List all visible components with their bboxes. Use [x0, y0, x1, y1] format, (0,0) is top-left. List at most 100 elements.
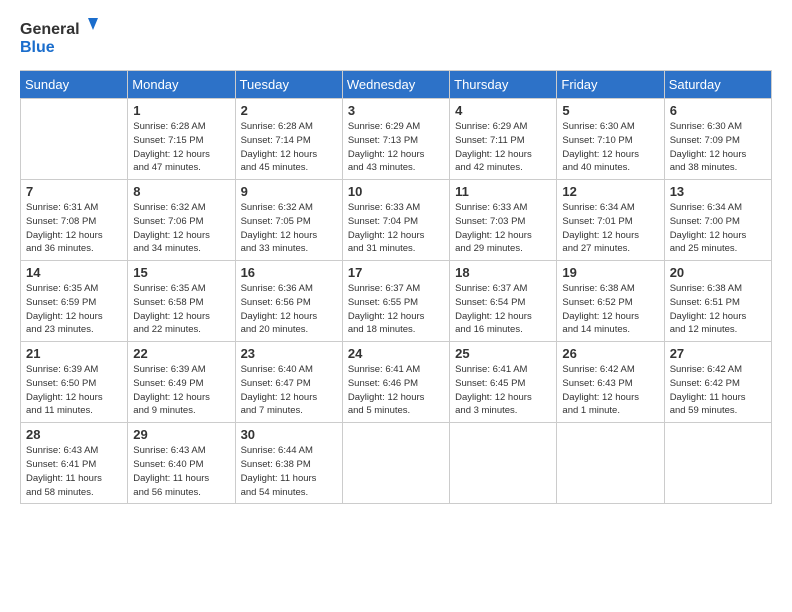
day-number: 25 — [455, 346, 551, 361]
calendar-cell: 15Sunrise: 6:35 AM Sunset: 6:58 PM Dayli… — [128, 261, 235, 342]
day-info: Sunrise: 6:36 AM Sunset: 6:56 PM Dayligh… — [241, 282, 337, 337]
calendar-cell: 19 Sunrise: 6:38 AM Sunset: 6:52 PM Dayli… — [557, 261, 664, 342]
day-header: Wednesday — [342, 71, 449, 99]
day-number: 21 — [26, 346, 122, 361]
day-number: 29 — [133, 427, 229, 442]
day-number: 19 — [562, 265, 658, 280]
calendar-week-row: 14 Sunrise: 6:35 AM Sunset: 6:59 PM Dayli… — [21, 261, 772, 342]
day-info: Sunrise: 6:31 AM Sunset: 7:08 PM Dayligh… — [26, 201, 122, 256]
day-info: Sunrise: 6:43 AM Sunset: 6:41 PM Dayligh… — [26, 444, 122, 499]
svg-text:General: General — [20, 21, 80, 38]
day-info: Sunrise: 6:29 AM Sunset: 7:13 PM Dayligh… — [348, 120, 444, 175]
calendar-cell: 1 Sunrise: 6:28 AM Sunset: 7:15 PM Daylig… — [128, 99, 235, 180]
calendar-cell: 3Sunrise: 6:29 AM Sunset: 7:13 PM Daylig… — [342, 99, 449, 180]
svg-text:Blue: Blue — [20, 39, 55, 56]
day-info: Sunrise: 6:38 AM Sunset: 6:52 PM Dayligh… — [562, 282, 658, 337]
calendar-table: SundayMondayTuesdayWednesdayThursdayFrid… — [20, 70, 772, 504]
day-number: 23 — [241, 346, 337, 361]
calendar-week-row: 21 Sunrise: 6:39 AM Sunset: 6:50 PM Dayli… — [21, 342, 772, 423]
calendar-cell: 11Sunrise: 6:33 AM Sunset: 7:03 PM Dayli… — [450, 180, 557, 261]
day-info: Sunrise: 6:37 AM Sunset: 6:54 PM Dayligh… — [455, 282, 551, 337]
day-number: 18 — [455, 265, 551, 280]
day-number: 7 — [26, 184, 122, 199]
logo: General Blue — [20, 16, 100, 60]
day-info: Sunrise: 6:37 AM Sunset: 6:55 PM Dayligh… — [348, 282, 444, 337]
calendar-cell: 29 Sunrise: 6:43 AM Sunset: 6:40 PM Dayli… — [128, 423, 235, 504]
day-number: 10 — [348, 184, 444, 199]
day-number: 24 — [348, 346, 444, 361]
day-number: 5 — [562, 103, 658, 118]
day-number: 6 — [670, 103, 766, 118]
day-info: Sunrise: 6:33 AM Sunset: 7:04 PM Dayligh… — [348, 201, 444, 256]
calendar-cell — [21, 99, 128, 180]
day-info: Sunrise: 6:32 AM Sunset: 7:06 PM Dayligh… — [133, 201, 229, 256]
day-number: 16 — [241, 265, 337, 280]
day-info: Sunrise: 6:42 AM Sunset: 6:43 PM Dayligh… — [562, 363, 658, 418]
calendar-cell — [557, 423, 664, 504]
calendar-cell: 30 Sunrise: 6:44 AM Sunset: 6:38 PM Dayli… — [235, 423, 342, 504]
day-info: Sunrise: 6:39 AM Sunset: 6:50 PM Dayligh… — [26, 363, 122, 418]
calendar-cell: 13 Sunrise: 6:34 AM Sunset: 7:00 PM Dayli… — [664, 180, 771, 261]
calendar-cell: 7 Sunrise: 6:31 AM Sunset: 7:08 PM Daylig… — [21, 180, 128, 261]
day-info: Sunrise: 6:35 AM Sunset: 6:59 PM Dayligh… — [26, 282, 122, 337]
day-info: Sunrise: 6:40 AM Sunset: 6:47 PM Dayligh… — [241, 363, 337, 418]
calendar-cell: 10 Sunrise: 6:33 AM Sunset: 7:04 PM Dayli… — [342, 180, 449, 261]
day-info: Sunrise: 6:34 AM Sunset: 7:01 PM Dayligh… — [562, 201, 658, 256]
calendar-week-row: 1 Sunrise: 6:28 AM Sunset: 7:15 PM Daylig… — [21, 99, 772, 180]
day-info: Sunrise: 6:43 AM Sunset: 6:40 PM Dayligh… — [133, 444, 229, 499]
day-info: Sunrise: 6:42 AM Sunset: 6:42 PM Dayligh… — [670, 363, 766, 418]
calendar-cell: 25 Sunrise: 6:41 AM Sunset: 6:45 PM Dayli… — [450, 342, 557, 423]
day-number: 9 — [241, 184, 337, 199]
calendar-cell: 24Sunrise: 6:41 AM Sunset: 6:46 PM Dayli… — [342, 342, 449, 423]
calendar-cell: 14 Sunrise: 6:35 AM Sunset: 6:59 PM Dayli… — [21, 261, 128, 342]
calendar-cell: 22Sunrise: 6:39 AM Sunset: 6:49 PM Dayli… — [128, 342, 235, 423]
calendar-header-row: SundayMondayTuesdayWednesdayThursdayFrid… — [21, 71, 772, 99]
day-number: 12 — [562, 184, 658, 199]
day-info: Sunrise: 6:28 AM Sunset: 7:14 PM Dayligh… — [241, 120, 337, 175]
calendar-cell: 20Sunrise: 6:38 AM Sunset: 6:51 PM Dayli… — [664, 261, 771, 342]
day-info: Sunrise: 6:34 AM Sunset: 7:00 PM Dayligh… — [670, 201, 766, 256]
day-number: 13 — [670, 184, 766, 199]
day-info: Sunrise: 6:30 AM Sunset: 7:09 PM Dayligh… — [670, 120, 766, 175]
day-number: 30 — [241, 427, 337, 442]
calendar-cell — [450, 423, 557, 504]
calendar-cell — [664, 423, 771, 504]
day-info: Sunrise: 6:30 AM Sunset: 7:10 PM Dayligh… — [562, 120, 658, 175]
logo-svg: General Blue — [20, 16, 100, 60]
day-number: 14 — [26, 265, 122, 280]
day-number: 15 — [133, 265, 229, 280]
calendar-cell: 4Sunrise: 6:29 AM Sunset: 7:11 PM Daylig… — [450, 99, 557, 180]
calendar-cell: 8Sunrise: 6:32 AM Sunset: 7:06 PM Daylig… — [128, 180, 235, 261]
day-info: Sunrise: 6:44 AM Sunset: 6:38 PM Dayligh… — [241, 444, 337, 499]
calendar-body: 1 Sunrise: 6:28 AM Sunset: 7:15 PM Daylig… — [21, 99, 772, 504]
calendar-cell: 5 Sunrise: 6:30 AM Sunset: 7:10 PM Daylig… — [557, 99, 664, 180]
calendar-cell: 17 Sunrise: 6:37 AM Sunset: 6:55 PM Dayli… — [342, 261, 449, 342]
calendar-cell: 23 Sunrise: 6:40 AM Sunset: 6:47 PM Dayli… — [235, 342, 342, 423]
day-info: Sunrise: 6:38 AM Sunset: 6:51 PM Dayligh… — [670, 282, 766, 337]
day-header: Saturday — [664, 71, 771, 99]
day-info: Sunrise: 6:41 AM Sunset: 6:45 PM Dayligh… — [455, 363, 551, 418]
calendar-cell: 2 Sunrise: 6:28 AM Sunset: 7:14 PM Daylig… — [235, 99, 342, 180]
calendar-cell — [342, 423, 449, 504]
calendar-cell: 28 Sunrise: 6:43 AM Sunset: 6:41 PM Dayli… — [21, 423, 128, 504]
day-info: Sunrise: 6:39 AM Sunset: 6:49 PM Dayligh… — [133, 363, 229, 418]
day-number: 2 — [241, 103, 337, 118]
day-number: 4 — [455, 103, 551, 118]
calendar-cell: 9Sunrise: 6:32 AM Sunset: 7:05 PM Daylig… — [235, 180, 342, 261]
calendar-cell: 27 Sunrise: 6:42 AM Sunset: 6:42 PM Dayli… — [664, 342, 771, 423]
day-header: Tuesday — [235, 71, 342, 99]
day-number: 27 — [670, 346, 766, 361]
day-number: 28 — [26, 427, 122, 442]
day-info: Sunrise: 6:33 AM Sunset: 7:03 PM Dayligh… — [455, 201, 551, 256]
calendar-week-row: 7 Sunrise: 6:31 AM Sunset: 7:08 PM Daylig… — [21, 180, 772, 261]
day-info: Sunrise: 6:28 AM Sunset: 7:15 PM Dayligh… — [133, 120, 229, 175]
day-header: Friday — [557, 71, 664, 99]
day-header: Sunday — [21, 71, 128, 99]
day-number: 17 — [348, 265, 444, 280]
calendar-cell: 21 Sunrise: 6:39 AM Sunset: 6:50 PM Dayli… — [21, 342, 128, 423]
day-header: Thursday — [450, 71, 557, 99]
calendar-cell: 12 Sunrise: 6:34 AM Sunset: 7:01 PM Dayli… — [557, 180, 664, 261]
day-number: 1 — [133, 103, 229, 118]
calendar-week-row: 28 Sunrise: 6:43 AM Sunset: 6:41 PM Dayli… — [21, 423, 772, 504]
day-number: 26 — [562, 346, 658, 361]
